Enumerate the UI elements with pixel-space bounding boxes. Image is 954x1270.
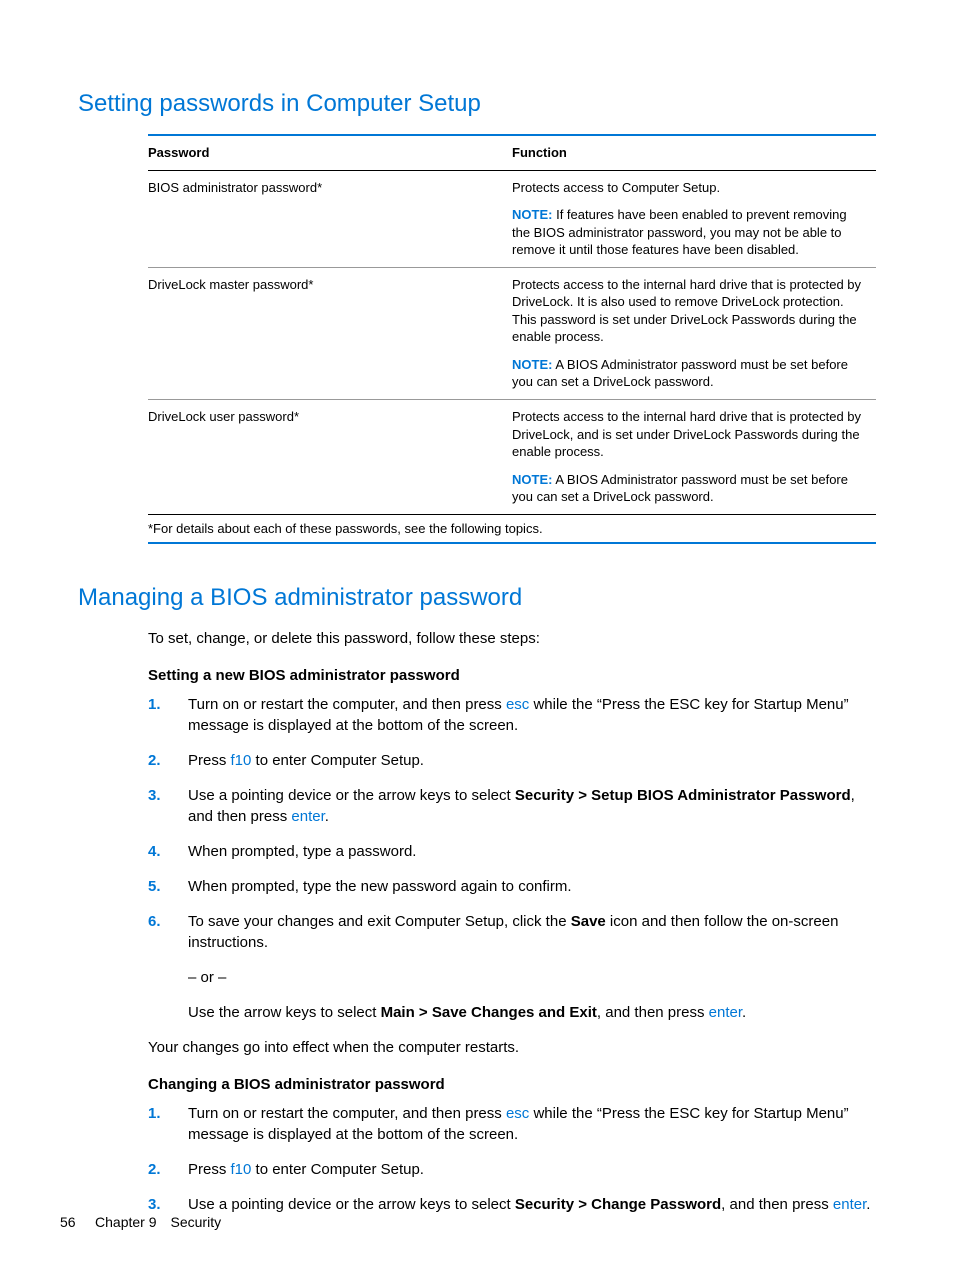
step-item: Press f10 to enter Computer Setup.: [148, 1159, 876, 1180]
col-password: Password: [148, 135, 512, 170]
password-name: DriveLock user password*: [148, 400, 512, 515]
desc-text: Protects access to the internal hard dri…: [512, 408, 868, 461]
note-block: NOTE: If features have been enabled to p…: [512, 206, 868, 259]
steps-changing: Turn on or restart the computer, and the…: [148, 1103, 876, 1215]
note-label: NOTE:: [512, 472, 552, 487]
step-item: When prompted, type a password.: [148, 841, 876, 862]
step-item: When prompted, type the new password aga…: [148, 876, 876, 897]
heading-managing-bios: Managing a BIOS administrator password: [78, 584, 876, 612]
step-text: , and then press: [597, 1004, 709, 1021]
step-item: Turn on or restart the computer, and the…: [148, 1103, 876, 1145]
col-function: Function: [512, 135, 876, 170]
key-esc: esc: [506, 696, 529, 713]
table-row: DriveLock master password* Protects acce…: [148, 267, 876, 399]
desc-text: Protects access to the internal hard dri…: [512, 276, 868, 346]
note-label: NOTE:: [512, 207, 552, 222]
key-f10: f10: [231, 1161, 252, 1178]
step-item: Press f10 to enter Computer Setup.: [148, 750, 876, 771]
step-text: Turn on or restart the computer, and the…: [188, 1105, 506, 1122]
note-block: NOTE: A BIOS Administrator password must…: [512, 471, 868, 506]
or-separator: – or –: [188, 967, 876, 988]
step-item: To save your changes and exit Computer S…: [148, 911, 876, 1023]
steps-setting-new: Turn on or restart the computer, and the…: [148, 694, 876, 1023]
desc-text: Protects access to Computer Setup.: [512, 179, 868, 197]
key-enter: enter: [709, 1004, 742, 1021]
table-row: DriveLock user password* Protects access…: [148, 400, 876, 515]
note-text: If features have been enabled to prevent…: [512, 207, 847, 257]
step-text: To save your changes and exit Computer S…: [188, 913, 571, 930]
subheading-setting-new: Setting a new BIOS administrator passwor…: [148, 667, 876, 684]
key-f10: f10: [231, 752, 252, 769]
key-enter: enter: [291, 808, 324, 825]
key-esc: esc: [506, 1105, 529, 1122]
step-text: Press: [188, 752, 231, 769]
password-function: Protects access to the internal hard dri…: [512, 400, 876, 515]
step-alt: Use the arrow keys to select Main > Save…: [188, 1002, 876, 1023]
step-text: Turn on or restart the computer, and the…: [188, 696, 506, 713]
note-text: A BIOS Administrator password must be se…: [512, 472, 848, 505]
key-enter: enter: [833, 1196, 866, 1213]
password-table-container: Password Function BIOS administrator pas…: [148, 134, 876, 544]
step-text: .: [325, 808, 329, 825]
step-item: Use a pointing device or the arrow keys …: [148, 785, 876, 827]
step-text: Press: [188, 1161, 231, 1178]
subheading-changing: Changing a BIOS administrator password: [148, 1076, 876, 1093]
step-text: .: [866, 1196, 870, 1213]
menu-path: Security > Change Password: [515, 1196, 721, 1213]
after-restart-text: Your changes go into effect when the com…: [148, 1037, 876, 1058]
step-text: to enter Computer Setup.: [251, 752, 424, 769]
step-text: Use a pointing device or the arrow keys …: [188, 1196, 515, 1213]
step-text: to enter Computer Setup.: [251, 1161, 424, 1178]
password-table: Password Function BIOS administrator pas…: [148, 134, 876, 515]
password-name: DriveLock master password*: [148, 267, 512, 399]
table-footnote: *For details about each of these passwor…: [148, 515, 876, 544]
step-item: Use a pointing device or the arrow keys …: [148, 1194, 876, 1215]
step-item: Turn on or restart the computer, and the…: [148, 694, 876, 736]
menu-path: Main > Save Changes and Exit: [381, 1004, 597, 1021]
heading-setting-passwords: Setting passwords in Computer Setup: [78, 90, 876, 118]
password-name: BIOS administrator password*: [148, 170, 512, 267]
save-icon-label: Save: [571, 913, 606, 930]
page-number: 56: [60, 1214, 76, 1230]
note-label: NOTE:: [512, 357, 552, 372]
page-footer: 56 Chapter 9 Security: [60, 1214, 221, 1230]
password-function: Protects access to the internal hard dri…: [512, 267, 876, 399]
password-function: Protects access to Computer Setup. NOTE:…: [512, 170, 876, 267]
note-text: A BIOS Administrator password must be se…: [512, 357, 848, 390]
step-text: Use a pointing device or the arrow keys …: [188, 787, 515, 804]
menu-path: Security > Setup BIOS Administrator Pass…: [515, 787, 851, 804]
note-block: NOTE: A BIOS Administrator password must…: [512, 356, 868, 391]
table-row: BIOS administrator password* Protects ac…: [148, 170, 876, 267]
step-text: , and then press: [721, 1196, 833, 1213]
step-text: .: [742, 1004, 746, 1021]
intro-text: To set, change, or delete this password,…: [148, 628, 876, 649]
chapter-label: Chapter 9 Security: [95, 1214, 221, 1230]
step-text: Use the arrow keys to select: [188, 1004, 381, 1021]
